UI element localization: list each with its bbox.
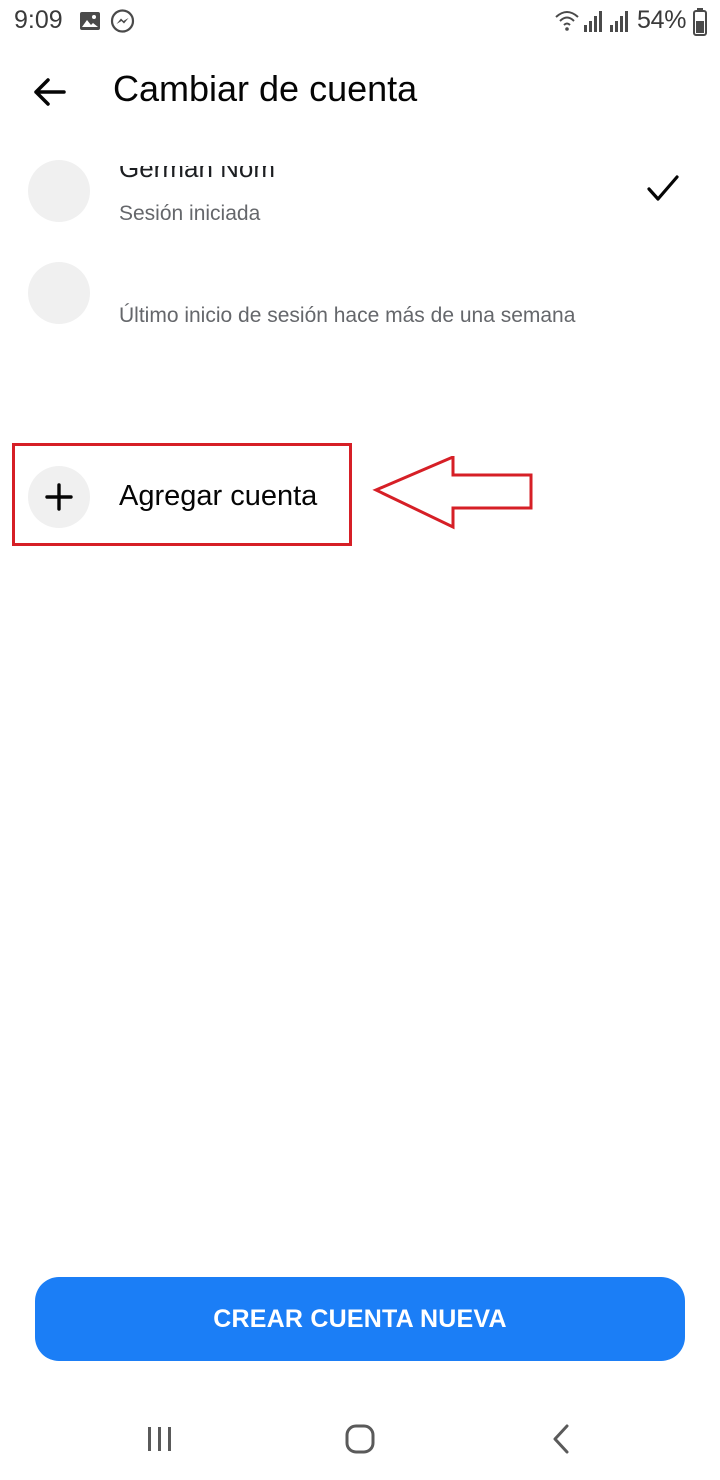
page-title: Cambiar de cuenta (113, 68, 418, 109)
nav-back-button[interactable] (549, 1423, 575, 1460)
account-avatar[interactable] (28, 262, 90, 324)
gallery-icon (79, 11, 101, 36)
home-button[interactable] (344, 1423, 376, 1460)
arrow-left-icon (34, 78, 66, 106)
chevron-left-icon (553, 1424, 569, 1454)
battery-percentage: 54% (637, 6, 687, 34)
status-bar: 9:09 54% (0, 0, 720, 44)
back-button[interactable] (20, 68, 78, 116)
messenger-icon (110, 9, 135, 39)
signal-icon (583, 9, 605, 38)
signal-icon (609, 9, 631, 38)
wifi-icon (554, 8, 580, 37)
home-icon (345, 1424, 375, 1454)
recents-icon (148, 1427, 171, 1451)
recents-button[interactable] (145, 1425, 175, 1458)
annotation-arrow-icon (372, 454, 536, 535)
account-avatar[interactable] (28, 160, 90, 222)
account-name[interactable]: German Nom (119, 166, 319, 188)
battery-icon (693, 8, 707, 41)
account-status: Sesión iniciada (119, 202, 261, 225)
account-name-text: German Nom (119, 166, 276, 183)
annotation-highlight-box (12, 443, 352, 546)
status-time: 9:09 (14, 6, 63, 34)
account-status[interactable]: Último inicio de sesión hace más de una … (119, 304, 575, 328)
checkmark-icon (646, 174, 680, 209)
create-account-button[interactable]: CREAR CUENTA NUEVA (35, 1277, 685, 1361)
